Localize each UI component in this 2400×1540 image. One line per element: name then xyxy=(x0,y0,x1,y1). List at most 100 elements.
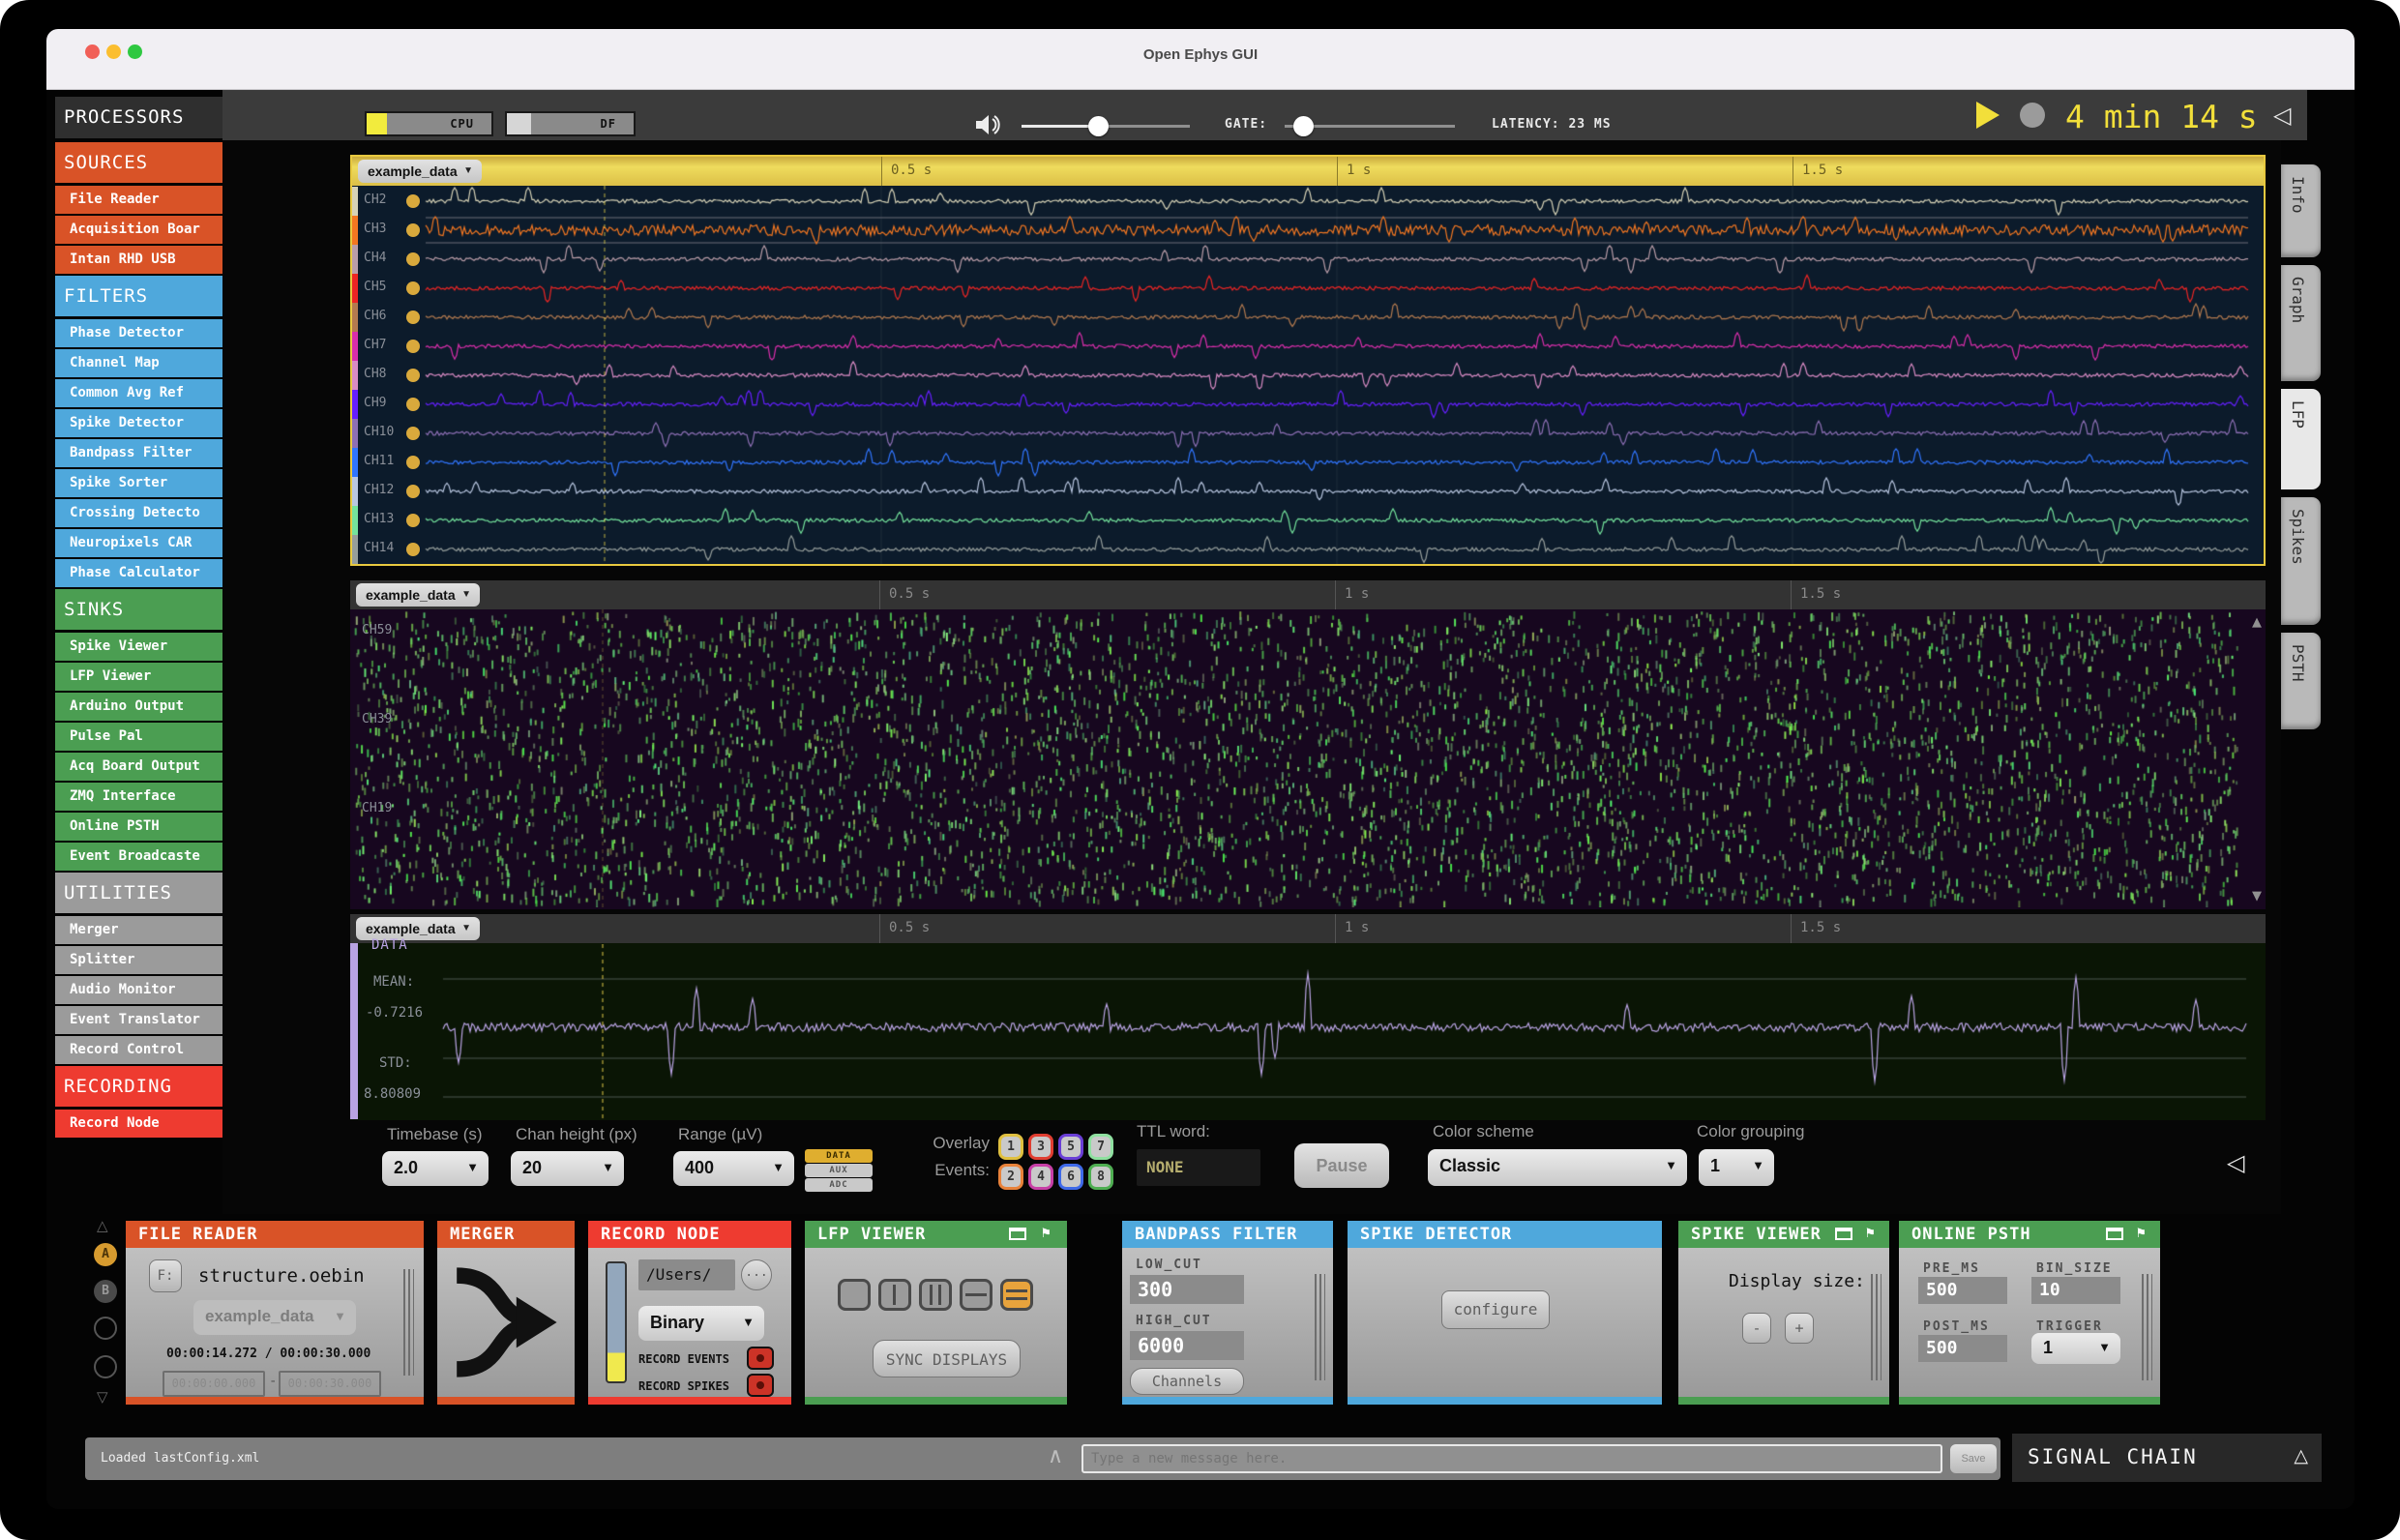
color-scheme-dropdown[interactable]: Classic ▼ xyxy=(1428,1149,1687,1186)
module-record-node[interactable]: RECORD NODE /Users/ ... Binary ▼ RECORD E… xyxy=(588,1221,791,1405)
module-lfp-viewer[interactable]: LFP VIEWER ⚑ SYNC DISPLAYS xyxy=(805,1221,1067,1405)
sidebar-item-zmq-interface[interactable]: ZMQ Interface xyxy=(55,783,222,811)
tab-graph[interactable]: Graph xyxy=(2281,265,2321,381)
file-end-time-field[interactable]: 00:00:30.000 xyxy=(279,1371,381,1397)
layout-button-1[interactable] xyxy=(838,1279,871,1311)
module-file-reader[interactable]: FILE READER F: structure.oebin example_d… xyxy=(126,1221,424,1405)
drag-handle[interactable] xyxy=(1871,1274,1881,1380)
sidebar-item-lfp-viewer[interactable]: LFP Viewer xyxy=(55,663,222,691)
channel-enable-dot[interactable] xyxy=(406,369,420,382)
channel-enable-dot[interactable] xyxy=(406,281,420,295)
sidebar-item-bandpass-filter[interactable]: Bandpass Filter xyxy=(55,439,222,467)
event-button-7[interactable]: 7 xyxy=(1088,1134,1113,1160)
file-source-dropdown[interactable]: example_data ▼ xyxy=(193,1300,356,1335)
event-button-6[interactable]: 6 xyxy=(1058,1164,1083,1190)
channel-enable-dot[interactable] xyxy=(406,311,420,324)
low-cut-field[interactable]: 300 xyxy=(1130,1275,1244,1304)
sidebar-item-channel-map[interactable]: Channel Map xyxy=(55,349,222,377)
event-button-8[interactable]: 8 xyxy=(1088,1164,1113,1190)
pause-button[interactable]: Pause xyxy=(1294,1143,1389,1188)
layout-button-5[interactable] xyxy=(1000,1279,1033,1311)
sidebar-item-intan-rhd-usb[interactable]: Intan RHD USB xyxy=(55,246,222,274)
chain-scroll-down-icon[interactable]: ▽ xyxy=(97,1388,108,1407)
sidebar-item-spike-detector[interactable]: Spike Detector xyxy=(55,409,222,437)
browse-button[interactable]: ... xyxy=(741,1259,772,1290)
sidebar-item-online-psth[interactable]: Online PSTH xyxy=(55,813,222,841)
open-window-icon[interactable] xyxy=(1009,1228,1026,1240)
scroll-up-icon[interactable]: ▲ xyxy=(2252,615,2262,630)
collapse-control-panel-icon[interactable]: ◁ xyxy=(2273,104,2291,127)
timebase-dropdown[interactable]: 2.0 ▼ xyxy=(382,1151,489,1186)
tab-psth[interactable]: PSTH xyxy=(2281,633,2321,729)
layout-button-4[interactable] xyxy=(960,1279,993,1311)
sidebar-item-spike-viewer[interactable]: Spike Viewer xyxy=(55,633,222,661)
channel-enable-dot[interactable] xyxy=(406,456,420,469)
data-trace-canvas[interactable] xyxy=(350,944,2262,1119)
scroll-down-icon[interactable]: ▼ xyxy=(2252,889,2262,903)
sidebar-item-file-reader[interactable]: File Reader xyxy=(55,186,222,214)
channel-enable-dot[interactable] xyxy=(406,485,420,498)
chan-height-dropdown[interactable]: 20 ▼ xyxy=(511,1151,624,1186)
sidebar-item-acq-board-output[interactable]: Acq Board Output xyxy=(55,753,222,781)
color-grouping-dropdown[interactable]: 1 ▼ xyxy=(1699,1149,1774,1186)
tab-info[interactable]: Info xyxy=(2281,164,2321,257)
sidebar-item-event-broadcaste[interactable]: Event Broadcaste xyxy=(55,843,222,871)
sidebar-item-phase-calculator[interactable]: Phase Calculator xyxy=(55,559,222,587)
sidebar-item-arduino-output[interactable]: Arduino Output xyxy=(55,693,222,721)
spike-raster-canvas[interactable] xyxy=(350,609,2262,907)
record-path-field[interactable]: /Users/ xyxy=(638,1259,735,1290)
channel-enable-dot[interactable] xyxy=(406,194,420,208)
bin-size-field[interactable]: 10 xyxy=(2031,1277,2120,1304)
lfp-trace-canvas[interactable] xyxy=(352,186,2264,564)
sidebar-item-crossing-detecto[interactable]: Crossing Detecto xyxy=(55,499,222,527)
trigger-dropdown[interactable]: 1 ▼ xyxy=(2031,1333,2120,1364)
chain-slot-4[interactable] xyxy=(94,1355,117,1378)
channels-button[interactable]: Channels xyxy=(1130,1368,1244,1395)
sidebar-item-record-node[interactable]: Record Node xyxy=(55,1110,222,1138)
chain-tab-a[interactable]: A xyxy=(94,1243,117,1266)
play-button[interactable] xyxy=(1976,102,2000,129)
configure-button[interactable]: configure xyxy=(1441,1290,1550,1329)
chain-scroll-up-icon[interactable]: △ xyxy=(97,1217,108,1235)
gate-slider-knob[interactable] xyxy=(1293,116,1314,136)
sidebar-item-splitter[interactable]: Splitter xyxy=(55,946,222,974)
pin-tab-icon[interactable]: ⚑ xyxy=(1040,1226,1052,1241)
channel-enable-dot[interactable] xyxy=(406,543,420,556)
pre-ms-field[interactable]: 500 xyxy=(1918,1277,2007,1304)
chain-tab-b[interactable]: B xyxy=(94,1280,117,1303)
sidebar-item-event-translator[interactable]: Event Translator xyxy=(55,1006,222,1034)
signal-chain-toggle-icon[interactable]: △ xyxy=(2294,1445,2308,1467)
range-dropdown[interactable]: 400 ▼ xyxy=(673,1151,794,1186)
drag-handle[interactable] xyxy=(403,1269,414,1376)
channel-enable-dot[interactable] xyxy=(406,427,420,440)
layout-button-2[interactable] xyxy=(878,1279,911,1311)
expand-messages-icon[interactable]: ∧ xyxy=(1048,1443,1063,1468)
layout-button-3[interactable] xyxy=(919,1279,952,1311)
collapse-options-icon[interactable]: ◁ xyxy=(2227,1151,2244,1174)
open-window-icon[interactable] xyxy=(2106,1228,2123,1240)
pin-tab-icon[interactable]: ⚑ xyxy=(1864,1226,1876,1241)
event-button-4[interactable]: 4 xyxy=(1028,1164,1053,1190)
channel-enable-dot[interactable] xyxy=(406,223,420,237)
event-button-5[interactable]: 5 xyxy=(1058,1134,1083,1160)
tab-lfp[interactable]: LFP xyxy=(2281,389,2321,489)
chain-slot-3[interactable] xyxy=(94,1317,117,1340)
record-engine-dropdown[interactable]: Binary ▼ xyxy=(638,1306,764,1341)
event-button-2[interactable]: 2 xyxy=(998,1164,1023,1190)
record-spikes-toggle[interactable] xyxy=(747,1374,774,1397)
open-window-icon[interactable] xyxy=(1835,1228,1852,1240)
increase-size-button[interactable]: + xyxy=(1785,1313,1814,1344)
panel1-source-dropdown[interactable]: example_data ▼ xyxy=(358,160,482,183)
channel-enable-dot[interactable] xyxy=(406,398,420,411)
sidebar-item-spike-sorter[interactable]: Spike Sorter xyxy=(55,469,222,497)
sidebar-item-audio-monitor[interactable]: Audio Monitor xyxy=(55,976,222,1004)
record-button[interactable] xyxy=(2020,103,2045,128)
high-cut-field[interactable]: 6000 xyxy=(1130,1331,1244,1360)
channel-type-aux[interactable]: AUX xyxy=(805,1164,873,1177)
drag-handle[interactable] xyxy=(1315,1274,1325,1380)
message-input[interactable] xyxy=(1081,1444,1942,1473)
sidebar-item-common-avg-ref[interactable]: Common Avg Ref xyxy=(55,379,222,407)
sidebar-item-phase-detector[interactable]: Phase Detector xyxy=(55,319,222,347)
tab-spikes[interactable]: Spikes xyxy=(2281,497,2321,625)
panel2-source-dropdown[interactable]: example_data ▼ xyxy=(356,583,480,607)
